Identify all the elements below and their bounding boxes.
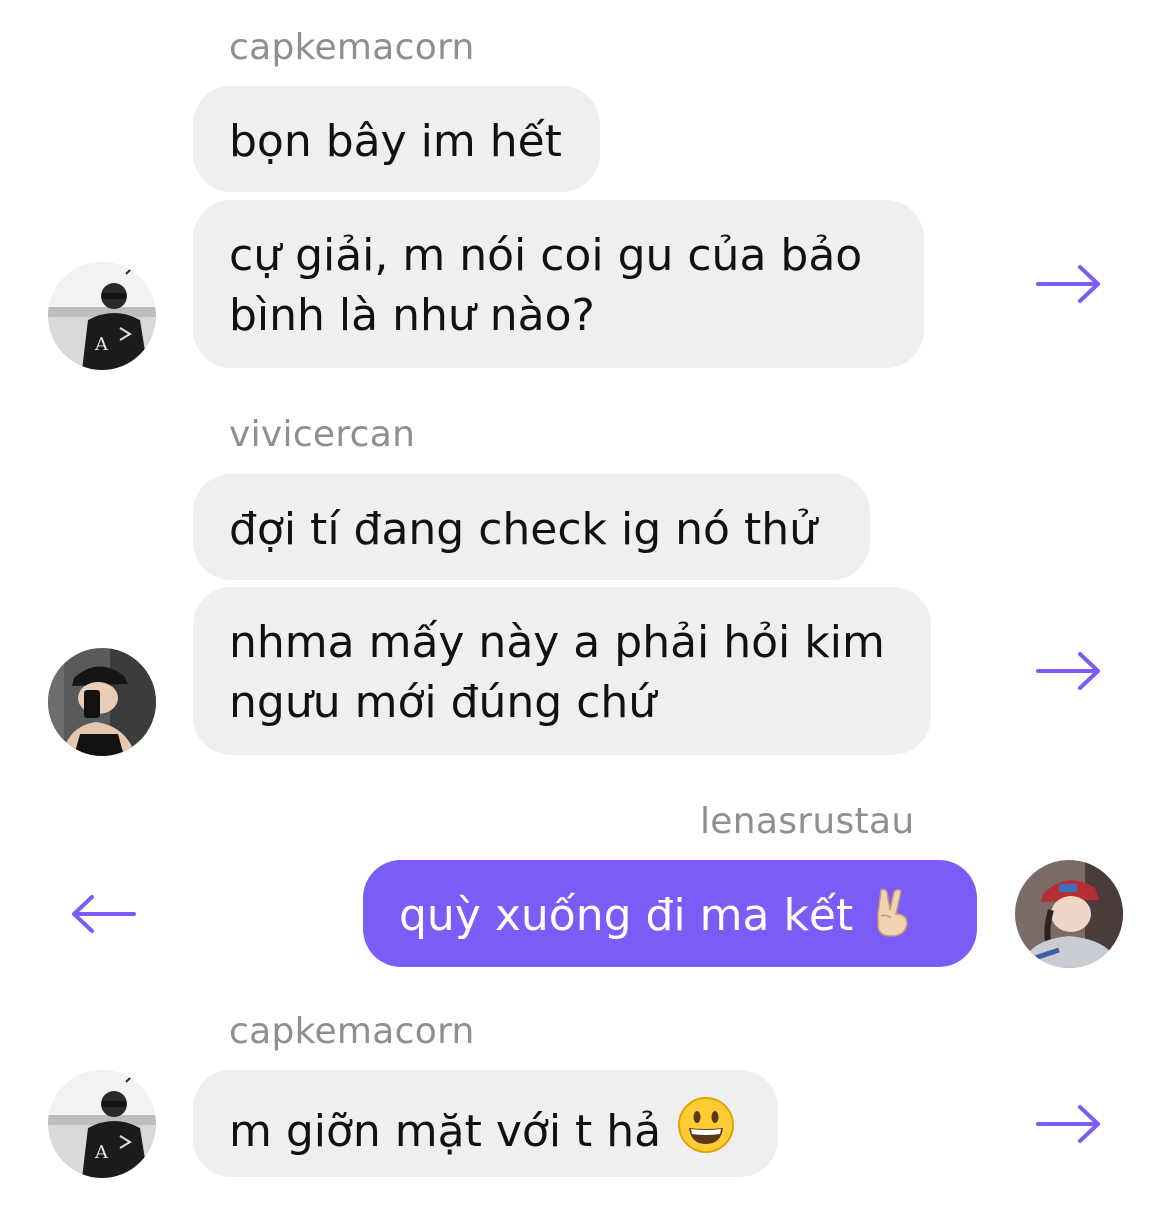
message-bubble[interactable]: cự giải, m nói coi gu của bảo bình là nh… [193,200,924,368]
sender-name: lenasrustau [700,801,915,842]
message-bubble[interactable]: bọn bây im hết [193,86,600,192]
message-text: bọn bây im hết [229,116,562,167]
avatar-capkemacorn[interactable]: A [48,262,156,370]
avatar-lenasrustau[interactable] [1015,860,1123,968]
message-text: quỳ xuống đi ma kết [399,890,854,941]
message-bubble[interactable]: đợi tí đang check ig nó thử [193,474,870,580]
sender-name: vivicercan [229,414,416,455]
message-text-line: ngưu mới đúng chứ [229,677,657,728]
arrow-right-icon[interactable] [1036,1104,1102,1144]
message-bubble-outgoing[interactable]: quỳ xuống đi ma kết [363,860,977,967]
svg-text:A: A [94,334,109,355]
sender-name: capkemacorn [229,1011,475,1052]
arrow-left-icon[interactable] [70,894,136,934]
avatar-capkemacorn[interactable]: A [48,1070,156,1178]
message-bubble[interactable]: nhma mấy này a phải hỏi kim ngưu mới đún… [193,587,931,755]
message-bubble[interactable]: m giỡn mặt với t hả [193,1070,778,1177]
avatar-vivicercan[interactable] [48,648,156,756]
message-text-line: cự giải, m nói coi gu của bảo [229,230,863,281]
message-text: đợi tí đang check ig nó thử [229,504,817,555]
svg-text:A: A [94,1142,109,1163]
arrow-right-icon[interactable] [1036,651,1102,691]
sender-name: capkemacorn [229,27,475,68]
message-text-line: nhma mấy này a phải hỏi kim [229,617,885,668]
message-text-line: bình là như nào? [229,290,595,341]
arrow-right-icon[interactable] [1036,264,1102,304]
victory-hand-emoji [877,888,909,937]
message-text: m giỡn mặt với t hả [229,1106,662,1157]
grinning-face-emoji [678,1097,735,1153]
